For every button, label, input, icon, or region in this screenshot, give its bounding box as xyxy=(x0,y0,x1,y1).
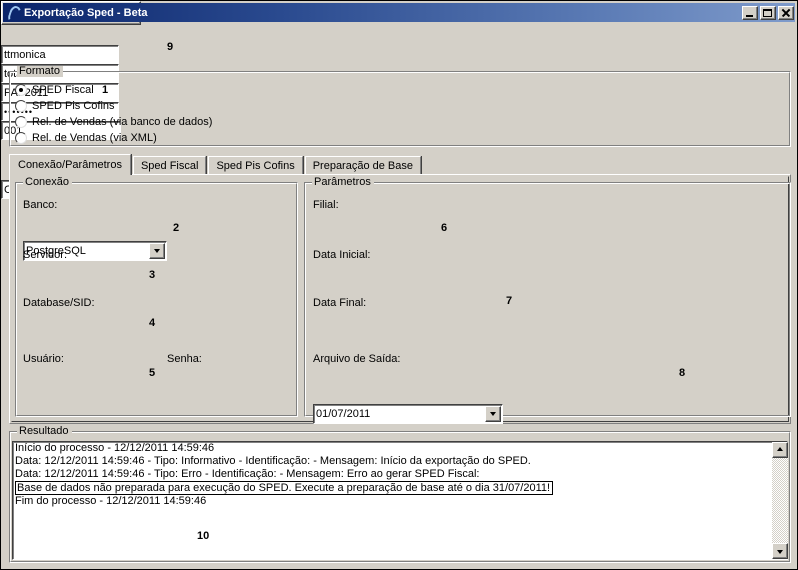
chevron-down-icon[interactable] xyxy=(149,243,165,259)
conexao-legend: Conexão xyxy=(23,177,72,188)
application-window: Exportação Sped - Beta Exportar 9 Format… xyxy=(0,0,798,570)
maximize-button[interactable] xyxy=(760,6,776,20)
servidor-input[interactable]: ttmonica xyxy=(1,45,119,64)
marker-5: 5 xyxy=(149,367,155,379)
usuario-label: Usuário: xyxy=(23,353,64,365)
scroll-up-button[interactable] xyxy=(772,442,788,458)
swoosh-icon xyxy=(5,5,21,20)
title-bar: Exportação Sped - Beta xyxy=(3,3,795,22)
parametros-group: Parâmetros xyxy=(304,182,791,417)
log-line: Início do processo - 12/12/2011 14:59:46 xyxy=(13,442,787,455)
radio-label: Rel. de Vendas (via banco de dados) xyxy=(32,116,212,128)
data-inicial-label: Data Inicial: xyxy=(313,249,370,261)
database-label: Database/SID: xyxy=(23,297,95,309)
marker-6: 6 xyxy=(441,222,447,234)
scrollbar-track[interactable] xyxy=(772,458,788,543)
marker-3: 3 xyxy=(149,269,155,281)
marker-1: 1 xyxy=(102,84,108,96)
marker-10: 10 xyxy=(197,530,209,542)
data-inicial-value: 01/07/2011 xyxy=(314,408,502,420)
radio-indicator xyxy=(15,100,27,112)
servidor-label: Servidor: xyxy=(23,249,67,261)
senha-label: Senha: xyxy=(167,353,202,365)
marker-8: 8 xyxy=(679,367,685,379)
radio-sped-fiscal[interactable]: SPED Fiscal xyxy=(15,84,94,96)
filial-label: Filial: xyxy=(313,199,339,211)
radio-indicator xyxy=(15,132,27,144)
radio-rel-vendas-banco[interactable]: Rel. de Vendas (via banco de dados) xyxy=(15,116,212,128)
log-scrollbar[interactable] xyxy=(772,442,788,559)
parametros-legend: Parâmetros xyxy=(312,177,374,188)
tab-sped-pis-cofins[interactable]: Sped Pis Cofins xyxy=(208,156,302,175)
log-line: Data: 12/12/2011 14:59:46 - Tipo: Inform… xyxy=(13,455,787,468)
window-controls xyxy=(742,6,794,20)
log-line: Data: 12/12/2011 14:59:46 - Tipo: Erro -… xyxy=(13,468,787,481)
radio-indicator xyxy=(15,84,27,96)
radio-label: Rel. de Vendas (via XML) xyxy=(32,132,157,144)
arquivo-saida-label: Arquivo de Saída: xyxy=(313,353,400,365)
resultado-legend: Resultado xyxy=(17,426,72,437)
window-title: Exportação Sped - Beta xyxy=(24,7,742,19)
scroll-down-button[interactable] xyxy=(772,543,788,559)
tab-strip: Conexão/Parâmetros Sped Fiscal Sped Pis … xyxy=(9,154,423,175)
resultado-log[interactable]: Início do processo - 12/12/2011 14:59:46… xyxy=(12,441,788,560)
tab-preparacao-de-base[interactable]: Preparação de Base xyxy=(305,156,421,175)
minimize-button[interactable] xyxy=(742,6,758,20)
marker-9: 9 xyxy=(167,41,173,53)
log-line-error: Base de dados não preparada para execuçã… xyxy=(15,481,553,495)
close-button[interactable] xyxy=(778,6,794,20)
data-final-label: Data Final: xyxy=(313,297,366,309)
formato-legend: Formato xyxy=(17,66,63,77)
tab-sped-fiscal[interactable]: Sped Fiscal xyxy=(133,156,206,175)
radio-rel-vendas-xml[interactable]: Rel. de Vendas (via XML) xyxy=(15,132,157,144)
chevron-down-icon[interactable] xyxy=(485,406,501,422)
marker-2: 2 xyxy=(173,222,179,234)
radio-label: SPED Fiscal xyxy=(32,84,94,96)
log-line: Fim do processo - 12/12/2011 14:59:46 xyxy=(13,495,787,508)
radio-sped-pis-cofins[interactable]: SPED Pis Cofins xyxy=(15,100,115,112)
banco-label: Banco: xyxy=(23,199,57,211)
marker-4: 4 xyxy=(149,317,155,329)
marker-7: 7 xyxy=(506,295,512,307)
radio-indicator xyxy=(15,116,27,128)
radio-label: SPED Pis Cofins xyxy=(32,100,115,112)
data-inicial-datepicker[interactable]: 01/07/2011 xyxy=(313,404,503,424)
tab-conexao-parametros[interactable]: Conexão/Parâmetros xyxy=(9,154,131,175)
